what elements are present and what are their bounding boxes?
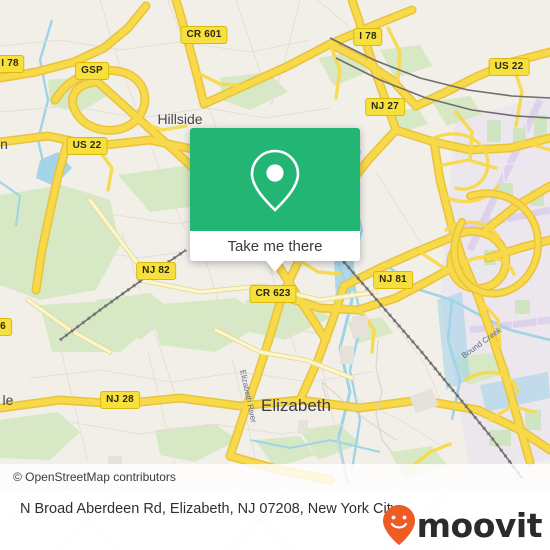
osm-attribution-text: © OpenStreetMap contributors (13, 470, 176, 484)
moovit-pin-smiley-icon (382, 505, 415, 545)
road-shield[interactable]: GSP (75, 62, 109, 80)
map-pin-icon (250, 149, 300, 212)
road-shield[interactable]: NJ 81 (373, 271, 413, 289)
take-me-there-label: Take me there (227, 237, 323, 255)
place-label-partial-west: n (0, 136, 8, 152)
moovit-logo[interactable]: moovit (382, 504, 543, 546)
road-shield[interactable]: I 78 (353, 28, 383, 46)
place-label-hillside: Hillside (157, 111, 203, 127)
address-text: N Broad Aberdeen Rd, Elizabeth, NJ 07208… (20, 501, 399, 517)
callout-tail (266, 261, 284, 272)
road-shield[interactable]: US 22 (488, 58, 530, 76)
road-shield[interactable]: NJ 27 (365, 98, 405, 116)
road-shield[interactable]: CR 601 (180, 26, 228, 44)
screenshot-root: .w { fill:none; stroke:#9fd4e8; } .grn{ … (0, 0, 550, 550)
take-me-there-button[interactable]: Take me there (190, 231, 360, 261)
place-label-partial-southwest: le (2, 392, 14, 408)
osm-attribution-bar: © OpenStreetMap contributors (0, 464, 550, 490)
place-label-elizabeth: Elizabeth (261, 396, 331, 415)
road-shield[interactable]: NJ 28 (100, 391, 140, 409)
footer-bar: N Broad Aberdeen Rd, Elizabeth, NJ 07208… (0, 490, 550, 550)
road-shield[interactable]: 6 (0, 318, 12, 336)
road-shield[interactable]: NJ 82 (136, 262, 176, 280)
road-shield[interactable]: US 22 (66, 137, 108, 155)
road-shield[interactable]: I 78 (0, 55, 25, 73)
moovit-wordmark: moovit (416, 505, 543, 545)
road-shield[interactable]: CR 623 (249, 285, 297, 303)
take-me-there-callout[interactable]: Take me there (190, 128, 360, 272)
callout-icon-panel (190, 128, 360, 231)
